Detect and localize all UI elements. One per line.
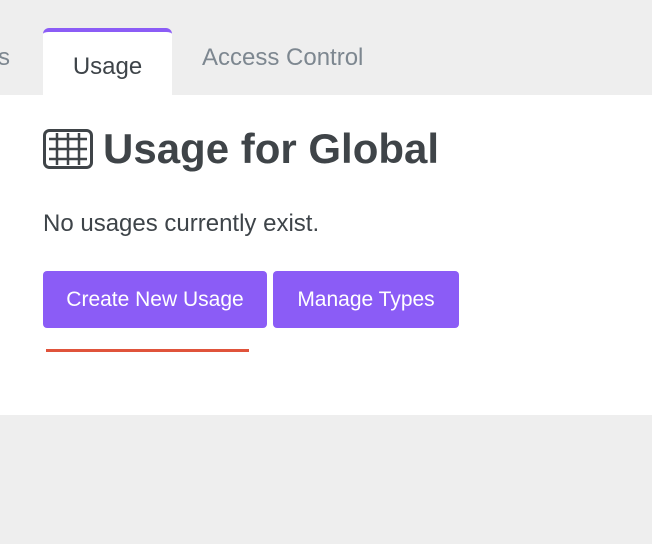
tab-access-control[interactable]: Access Control xyxy=(202,44,363,72)
page-heading: Usage for Global xyxy=(43,128,439,170)
tab-bar: s Usage Access Control xyxy=(0,0,652,95)
abacus-icon xyxy=(43,129,93,169)
manage-types-button[interactable]: Manage Types xyxy=(273,271,459,328)
tab-usage[interactable]: Usage xyxy=(43,28,172,95)
create-new-usage-button[interactable]: Create New Usage xyxy=(43,271,267,328)
empty-state-message: No usages currently exist. xyxy=(43,210,320,237)
page-title: Usage for Global xyxy=(103,125,440,172)
tab-previous[interactable]: s xyxy=(0,44,10,72)
accent-underline xyxy=(46,349,249,352)
